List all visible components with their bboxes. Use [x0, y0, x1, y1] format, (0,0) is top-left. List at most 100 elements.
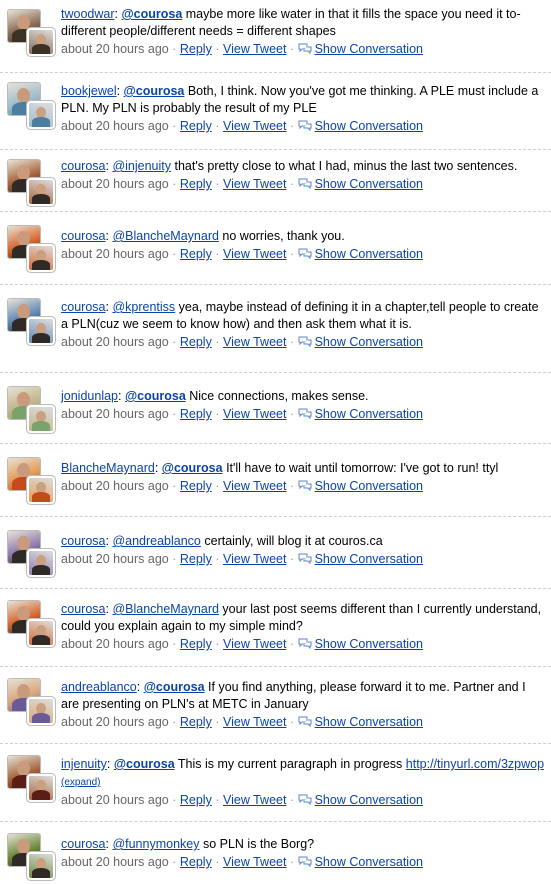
tweet-user-link[interactable]: andreablanco: [61, 680, 137, 694]
view-tweet-link[interactable]: View Tweet: [223, 855, 286, 869]
view-tweet-link[interactable]: View Tweet: [223, 715, 286, 729]
view-tweet-link[interactable]: View Tweet: [223, 247, 286, 261]
mention-link[interactable]: @courosa: [124, 84, 185, 98]
reply-link[interactable]: Reply: [180, 42, 212, 56]
tweet-user-link[interactable]: courosa: [61, 300, 105, 314]
view-tweet-link[interactable]: View Tweet: [223, 407, 286, 421]
show-conversation-link[interactable]: Show Conversation: [315, 855, 423, 869]
mention-link[interactable]: @injenuity: [112, 159, 171, 173]
reply-link[interactable]: Reply: [180, 247, 212, 261]
reply-link[interactable]: Reply: [180, 855, 212, 869]
avatar-pair: [8, 83, 54, 129]
reply-link[interactable]: Reply: [180, 407, 212, 421]
tweet-user-link[interactable]: courosa: [61, 534, 105, 548]
tweet-user-link[interactable]: courosa: [61, 837, 105, 851]
show-conversation-link[interactable]: Show Conversation: [315, 793, 423, 807]
avatar-small[interactable]: [29, 319, 53, 343]
mention-link[interactable]: @funnymonkey: [112, 837, 199, 851]
reply-link[interactable]: Reply: [180, 637, 212, 651]
tweet-body: Nice connections, makes sense.: [185, 389, 369, 403]
tweet-body: no worries, thank you.: [218, 229, 345, 243]
view-tweet-link[interactable]: View Tweet: [223, 42, 286, 56]
tweet-item: andreablanco: @courosa If you find anyth…: [0, 667, 551, 744]
tweet-user-link[interactable]: courosa: [61, 602, 105, 616]
show-conversation-link[interactable]: Show Conversation: [315, 335, 423, 349]
timestamp: about 20 hours ago: [61, 119, 169, 133]
mention-link[interactable]: @andreablanco: [112, 534, 200, 548]
mention-link[interactable]: @BlancheMaynard: [112, 229, 219, 243]
avatar-small[interactable]: [29, 699, 53, 723]
tweet-meta: about 20 hours ago · Reply · View Tweet …: [61, 335, 423, 349]
reply-link[interactable]: Reply: [180, 177, 212, 191]
view-tweet-link[interactable]: View Tweet: [223, 119, 286, 133]
mention-link[interactable]: @courosa: [125, 389, 186, 403]
reply-link[interactable]: Reply: [180, 335, 212, 349]
timestamp: about 20 hours ago: [61, 552, 169, 566]
tweet-text: jonidunlap: @courosa Nice connections, m…: [61, 388, 545, 405]
avatar-small[interactable]: [29, 407, 53, 431]
mention-link[interactable]: @courosa: [162, 461, 223, 475]
mention-link[interactable]: @courosa: [114, 757, 175, 771]
tweet-url-link[interactable]: http://tinyurl.com/3zpwop: [406, 757, 544, 771]
avatar-pair: [8, 10, 54, 56]
reply-link[interactable]: Reply: [180, 119, 212, 133]
mention-link[interactable]: @courosa: [121, 7, 182, 21]
view-tweet-link[interactable]: View Tweet: [223, 637, 286, 651]
show-conversation-link[interactable]: Show Conversation: [315, 552, 423, 566]
conversation-icon: [298, 856, 312, 867]
tweet-user-link[interactable]: courosa: [61, 229, 105, 243]
avatar-small[interactable]: [29, 30, 53, 54]
mention-link[interactable]: @courosa: [144, 680, 205, 694]
reply-link[interactable]: Reply: [180, 793, 212, 807]
tweet-user-link[interactable]: bookjewel: [61, 84, 117, 98]
timestamp: about 20 hours ago: [61, 855, 169, 869]
tweet-meta: about 20 hours ago · Reply · View Tweet …: [61, 247, 423, 261]
avatar-small[interactable]: [29, 776, 53, 800]
view-tweet-link[interactable]: View Tweet: [223, 479, 286, 493]
tweet-body: so PLN is the Borg?: [199, 837, 315, 851]
expand-link[interactable]: (expand): [61, 777, 100, 788]
show-conversation-link[interactable]: Show Conversation: [315, 637, 423, 651]
tweet-item: injenuity: @courosa This is my current p…: [0, 744, 551, 822]
mention-link[interactable]: @kprentiss: [112, 300, 175, 314]
tweet-user-link[interactable]: twoodwar: [61, 7, 115, 21]
avatar-small[interactable]: [29, 621, 53, 645]
view-tweet-link[interactable]: View Tweet: [223, 793, 286, 807]
conversation-icon: [298, 553, 312, 564]
avatar-small[interactable]: [29, 854, 53, 878]
view-tweet-link[interactable]: View Tweet: [223, 335, 286, 349]
avatar-small[interactable]: [29, 180, 53, 204]
avatar-pair: [8, 756, 54, 802]
avatar-pair: [8, 458, 54, 504]
reply-link[interactable]: Reply: [180, 715, 212, 729]
tweet-user-link[interactable]: courosa: [61, 159, 105, 173]
show-conversation-link[interactable]: Show Conversation: [315, 479, 423, 493]
colon: :: [106, 757, 114, 771]
avatar-small[interactable]: [29, 551, 53, 575]
avatar-small[interactable]: [29, 103, 53, 127]
timestamp: about 20 hours ago: [61, 479, 169, 493]
view-tweet-link[interactable]: View Tweet: [223, 177, 286, 191]
show-conversation-link[interactable]: Show Conversation: [315, 715, 423, 729]
avatar-small[interactable]: [29, 246, 53, 270]
tweet-user-link[interactable]: injenuity: [61, 757, 107, 771]
show-conversation-link[interactable]: Show Conversation: [315, 42, 423, 56]
tweet-item: courosa: @BlancheMaynard your last post …: [0, 589, 551, 667]
tweet-text: courosa: @injenuity that's pretty close …: [61, 158, 545, 175]
mention-link[interactable]: @BlancheMaynard: [112, 602, 219, 616]
tweet-user-link[interactable]: BlancheMaynard: [61, 461, 155, 475]
tweet-user-link[interactable]: jonidunlap: [61, 389, 118, 403]
view-tweet-link[interactable]: View Tweet: [223, 552, 286, 566]
avatar-small[interactable]: [29, 478, 53, 502]
avatar-pair: [8, 299, 54, 345]
show-conversation-link[interactable]: Show Conversation: [315, 407, 423, 421]
show-conversation-link[interactable]: Show Conversation: [315, 247, 423, 261]
reply-link[interactable]: Reply: [180, 552, 212, 566]
tweet-meta: about 20 hours ago · Reply · View Tweet …: [61, 793, 423, 807]
colon: :: [136, 680, 144, 694]
show-conversation-link[interactable]: Show Conversation: [315, 177, 423, 191]
reply-link[interactable]: Reply: [180, 479, 212, 493]
show-conversation-link[interactable]: Show Conversation: [315, 119, 423, 133]
tweet-text: courosa: @andreablanco certainly, will b…: [61, 533, 545, 550]
conversation-icon: [298, 408, 312, 419]
